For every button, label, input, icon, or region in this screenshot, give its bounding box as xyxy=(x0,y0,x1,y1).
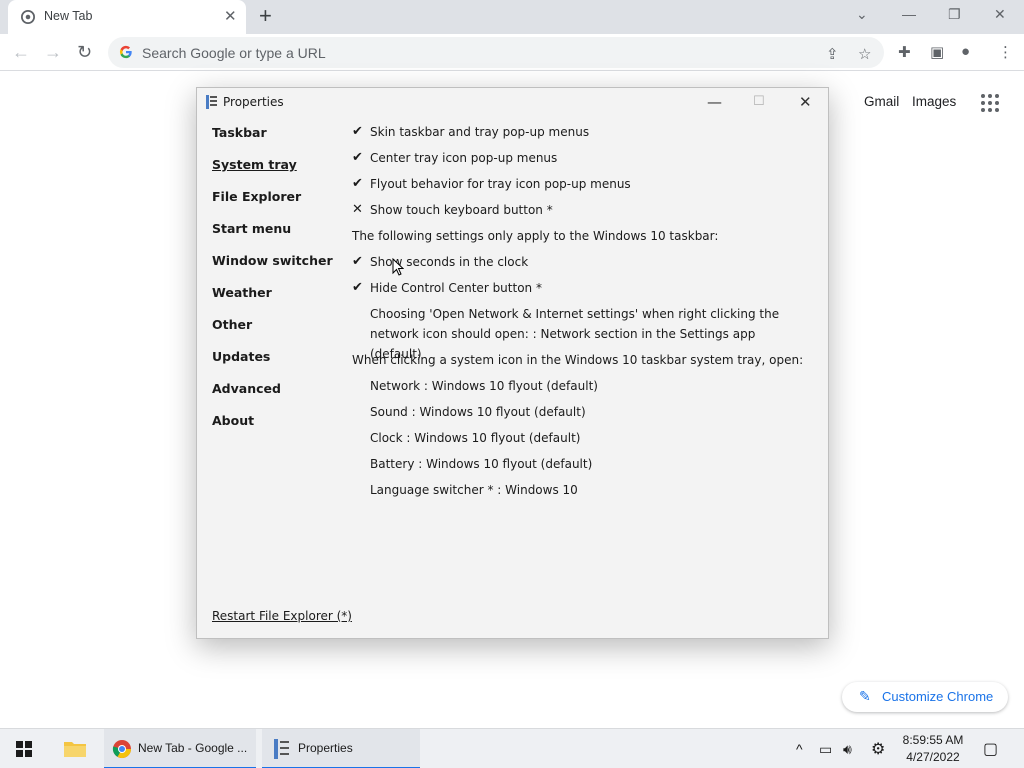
setting-label: Network : Windows 10 flyout (default) xyxy=(370,379,598,393)
setting-label: Clock : Windows 10 flyout (default) xyxy=(370,431,581,445)
tab-close-icon[interactable]: ✕ xyxy=(224,9,237,25)
restore-icon[interactable]: ❐ xyxy=(948,6,961,23)
taskbar-chrome[interactable]: New Tab - Google ... xyxy=(104,729,256,768)
customize-chrome-label: Customize Chrome xyxy=(882,689,994,704)
sidebar-item-taskbar[interactable]: Taskbar xyxy=(212,125,333,157)
close-window-icon[interactable]: ✕ xyxy=(994,6,1006,23)
tab-strip: New Tab ✕ + ⌄ — ❐ ✕ xyxy=(0,0,1024,34)
clock-date: 4/27/2022 xyxy=(906,750,960,764)
forward-icon[interactable]: → xyxy=(44,42,62,62)
properties-app-icon xyxy=(274,739,289,759)
minimize-icon[interactable]: — xyxy=(902,6,916,22)
google-apps-icon[interactable] xyxy=(981,94,999,112)
volume-icon[interactable]: 🔊︎ xyxy=(843,741,852,758)
settings-gear-icon[interactable]: ⚙ xyxy=(871,739,885,759)
setting-label: Center tray icon pop-up menus xyxy=(370,151,558,165)
taskbar-app-label: New Tab - Google ... xyxy=(138,741,248,755)
images-link[interactable]: Images xyxy=(912,94,956,109)
side-panel-icon[interactable]: ▣ xyxy=(930,43,944,61)
notifications-icon[interactable]: ▢ xyxy=(983,739,998,759)
extensions-icon[interactable]: ✚ xyxy=(898,43,911,61)
sidebar-item-file-explorer[interactable]: File Explorer xyxy=(212,189,333,221)
pencil-icon: ✎ xyxy=(859,688,871,704)
browser-toolbar: ← → ↻ Search Google or type a URL ⇪ ☆ ✚ … xyxy=(0,34,1024,71)
taskbar-clock[interactable]: 8:59:55 AM 4/27/2022 xyxy=(894,732,972,766)
taskbar-file-explorer[interactable] xyxy=(56,729,96,768)
tab-search-icon[interactable]: ⌄ xyxy=(856,6,868,23)
start-button-icon[interactable] xyxy=(16,741,32,757)
new-tab-button[interactable]: + xyxy=(259,5,272,27)
omnibox[interactable]: Search Google or type a URL ⇪ ☆ xyxy=(108,37,884,68)
properties-window: Properties — ☐ ✕ Taskbar System tray Fil… xyxy=(196,87,829,639)
app-icon xyxy=(206,95,217,109)
properties-titlebar[interactable]: Properties — ☐ ✕ xyxy=(197,88,828,118)
folder-icon xyxy=(64,742,86,757)
bookmark-star-icon[interactable]: ☆ xyxy=(858,45,871,63)
google-icon xyxy=(119,45,132,59)
setting-label: Hide Control Center button * xyxy=(370,281,542,295)
setting-label: Battery : Windows 10 flyout (default) xyxy=(370,457,593,471)
checkmark-icon: ✔ xyxy=(352,150,363,165)
setting-label: Flyout behavior for tray icon pop-up men… xyxy=(370,177,631,191)
tab-title: New Tab xyxy=(44,9,93,23)
restart-file-explorer-link[interactable]: Restart File Explorer (*) xyxy=(212,609,352,623)
section-heading: When clicking a system icon in the Windo… xyxy=(352,353,804,367)
taskbar-app-label: Properties xyxy=(298,741,353,755)
checkmark-icon: ✔ xyxy=(352,280,363,295)
close-icon[interactable]: ✕ xyxy=(799,93,812,111)
omnibox-placeholder: Search Google or type a URL xyxy=(142,45,326,61)
sidebar-item-about[interactable]: About xyxy=(212,413,333,445)
chrome-icon xyxy=(112,740,131,759)
maximize-icon[interactable]: ☐ xyxy=(753,93,765,111)
setting-label: Sound : Windows 10 flyout (default) xyxy=(370,405,586,419)
profile-avatar-icon[interactable]: ● xyxy=(961,43,970,60)
mouse-cursor-icon xyxy=(392,258,404,276)
clock-time: 8:59:55 AM xyxy=(902,733,964,747)
cross-icon: ✕ xyxy=(352,202,363,217)
setting-label: Language switcher * : Windows 10 xyxy=(370,483,578,497)
checkmark-icon: ✔ xyxy=(352,254,363,269)
sidebar-item-system-tray[interactable]: System tray xyxy=(212,157,333,189)
chrome-favicon-icon xyxy=(21,10,35,24)
checkmark-icon: ✔ xyxy=(352,176,363,191)
taskbar-properties[interactable]: Properties xyxy=(262,729,420,768)
sidebar-item-start-menu[interactable]: Start menu xyxy=(212,221,333,253)
sidebar-item-window-switcher[interactable]: Window switcher xyxy=(212,253,333,285)
sidebar-item-other[interactable]: Other xyxy=(212,317,333,349)
sidebar-nav: Taskbar System tray File Explorer Start … xyxy=(212,125,333,445)
network-icon[interactable]: ▭ xyxy=(819,741,832,758)
tab-new-tab[interactable]: New Tab ✕ xyxy=(8,0,246,34)
customize-chrome-button[interactable]: ✎ Customize Chrome xyxy=(842,682,1008,712)
sidebar-item-advanced[interactable]: Advanced xyxy=(212,381,333,413)
setting-label: Skin taskbar and tray pop-up menus xyxy=(370,125,590,139)
section-heading: The following settings only apply to the… xyxy=(352,229,719,243)
windows-taskbar: New Tab - Google ... Properties ^ ▭ 🔊︎ ⚙… xyxy=(0,728,1024,768)
sidebar-item-weather[interactable]: Weather xyxy=(212,285,333,317)
sidebar-item-updates[interactable]: Updates xyxy=(212,349,333,381)
gmail-link[interactable]: Gmail xyxy=(864,94,899,109)
window-title: Properties xyxy=(223,95,284,109)
share-icon[interactable]: ⇪ xyxy=(826,45,839,63)
chrome-menu-icon[interactable]: ⋮ xyxy=(998,43,1013,61)
reload-icon[interactable]: ↻ xyxy=(77,42,92,62)
tray-chevron-icon[interactable]: ^ xyxy=(796,741,803,757)
minimize-icon[interactable]: — xyxy=(707,93,722,111)
back-icon[interactable]: ← xyxy=(12,42,30,62)
setting-label: Show touch keyboard button * xyxy=(370,203,553,217)
checkmark-icon: ✔ xyxy=(352,124,363,139)
